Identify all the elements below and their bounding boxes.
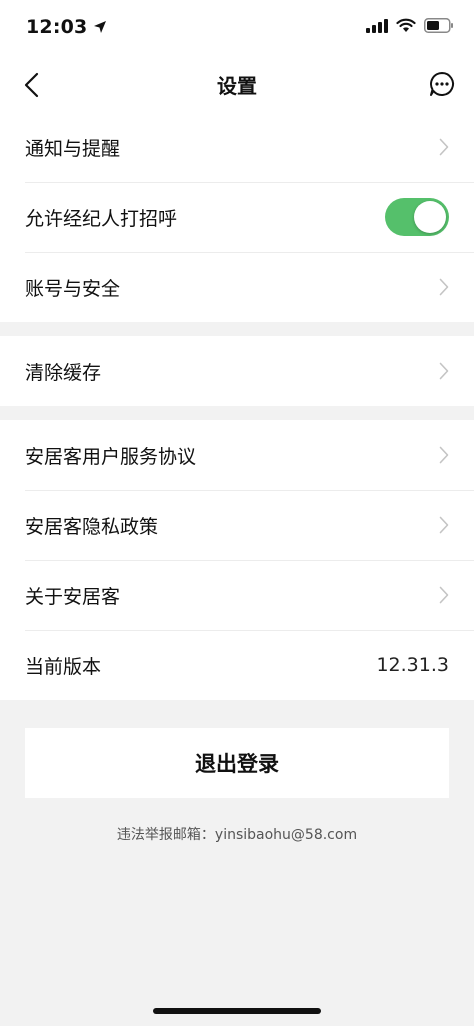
- report-email-text: 违法举报邮箱：yinsibaohu@58.com: [116, 827, 358, 843]
- status-bar: 12:03: [0, 0, 474, 58]
- row-about[interactable]: 关于安居客: [0, 560, 474, 630]
- row-label: 通知与提醒: [25, 137, 121, 160]
- row-clear-cache[interactable]: 清除缓存: [0, 336, 474, 406]
- agent-greeting-toggle[interactable]: [385, 198, 449, 236]
- row-label: 当前版本: [25, 655, 102, 678]
- chevron-right-icon: [439, 516, 449, 534]
- row-label: 安居客用户服务协议: [25, 445, 197, 468]
- row-current-version: 当前版本 12.31.3: [0, 630, 474, 700]
- row-account-security[interactable]: 账号与安全: [0, 252, 474, 322]
- status-time: 12:03: [26, 16, 107, 38]
- toggle-knob: [414, 201, 446, 233]
- page-title: 设置: [217, 74, 257, 98]
- location-arrow-icon: [94, 21, 107, 33]
- logout-button[interactable]: 退出登录: [25, 728, 449, 798]
- chevron-right-icon: [439, 138, 449, 156]
- settings-group-3: 安居客用户服务协议 安居客隐私政策 关于安居客 当前版本 12.31.3: [0, 420, 474, 700]
- settings-group-1: 通知与提醒 允许经纪人打招呼 账号与安全: [0, 112, 474, 322]
- row-user-agreement[interactable]: 安居客用户服务协议: [0, 420, 474, 490]
- row-label: 清除缓存: [25, 361, 102, 384]
- status-time-text: 12:03: [26, 16, 88, 38]
- battery-icon: [424, 18, 453, 33]
- chevron-right-icon: [439, 278, 449, 296]
- chevron-right-icon: [439, 446, 449, 464]
- nav-bar: 设置: [0, 58, 474, 112]
- version-value: 12.31.3: [376, 654, 449, 676]
- chevron-right-icon: [439, 362, 449, 380]
- settings-group-2: 清除缓存: [0, 336, 474, 406]
- row-label: 账号与安全: [25, 277, 121, 300]
- status-indicators: [366, 18, 454, 33]
- row-notifications[interactable]: 通知与提醒: [0, 112, 474, 182]
- row-label: 关于安居客: [25, 585, 121, 608]
- row-allow-agent-greeting: 允许经纪人打招呼: [0, 182, 474, 252]
- signal-icon: [366, 18, 388, 33]
- wifi-icon: [396, 18, 416, 32]
- home-indicator[interactable]: [153, 1008, 321, 1014]
- row-privacy-policy[interactable]: 安居客隐私政策: [0, 490, 474, 560]
- chevron-right-icon: [439, 586, 449, 604]
- row-label: 安居客隐私政策: [25, 515, 159, 538]
- row-label: 允许经纪人打招呼: [25, 207, 178, 230]
- chat-more-icon[interactable]: [428, 70, 456, 98]
